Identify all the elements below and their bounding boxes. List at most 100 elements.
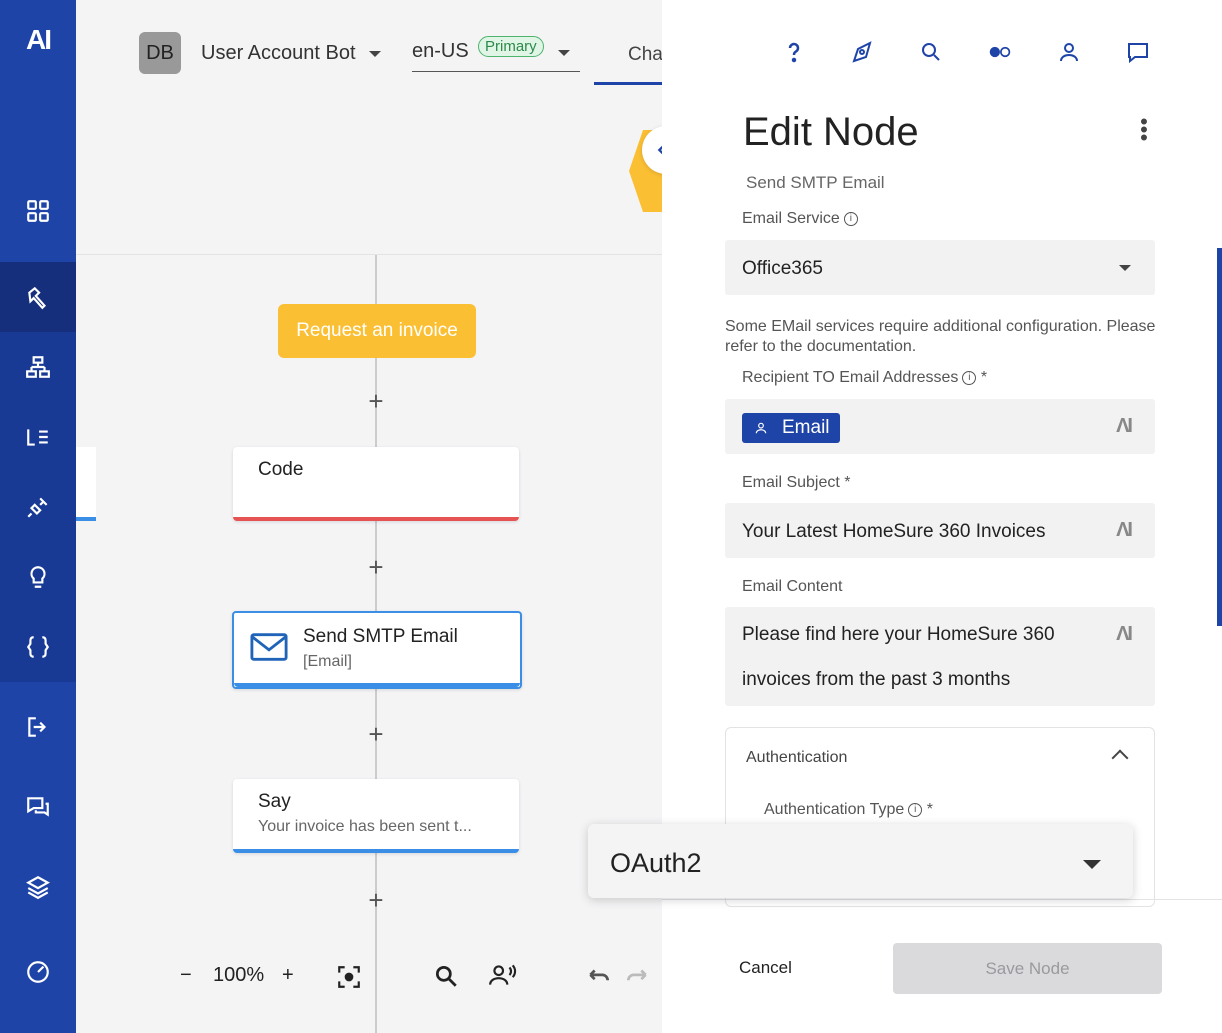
redo-icon[interactable] [624,964,650,990]
zoom-out-button[interactable]: − [180,964,192,987]
add-node-button[interactable]: + [366,554,386,580]
flow-chart-icon [26,356,50,378]
chevron-left-icon [657,145,662,155]
input-value: Your Latest HomeSure 360 Invoices [742,521,1046,542]
ai-token-icon[interactable]: ΛI [1116,623,1133,646]
say-node[interactable]: Say Your invoice has been sent t... [233,779,519,853]
gauge-icon [27,961,49,983]
tutorial-button[interactable] [844,34,880,70]
nav-conversations[interactable] [0,772,76,842]
nav-build[interactable] [0,262,76,332]
select-value: Office365 [742,258,823,279]
user-icon [1060,43,1078,62]
fit-to-screen-icon[interactable] [336,964,362,990]
layers-icon [26,876,50,900]
email-token-chip[interactable]: Email [742,413,840,443]
nav-manage[interactable] [0,937,76,1007]
content-textarea[interactable]: Please find here your HomeSure 360 invoi… [725,607,1155,706]
ai-token-icon[interactable]: ΛI [1116,415,1133,438]
subject-input[interactable]: Your Latest HomeSure 360 Invoices ΛI [725,503,1155,558]
required-mark: * [980,369,988,386]
search-button[interactable] [913,34,949,70]
avatar[interactable]: DB [139,32,181,74]
bot-name: User Account Bot [201,42,356,64]
envelope-icon [250,633,288,661]
flow-header: DB User Account Bot en-US Primary Cha [76,0,662,255]
toggle-icon [989,46,1011,58]
chevron-up-icon[interactable] [1111,749,1129,767]
undo-icon[interactable] [586,964,612,990]
braces-icon [26,636,50,658]
info-icon[interactable]: i [843,211,858,226]
auth-type-select[interactable]: OAuth2 [588,824,1133,898]
help-button[interactable] [776,34,812,70]
node-title: Send SMTP Email [303,626,458,647]
ai-token-icon[interactable]: ΛI [1116,519,1133,542]
voice-preview-icon[interactable] [488,962,518,988]
node-status-bar [233,849,519,853]
node-status-bar [234,683,520,687]
node-subtitle: [Email] [303,653,352,670]
panel-title: Edit Node [743,110,919,154]
label-text: Recipient TO Email Addresses [742,369,959,386]
app-logo[interactable]: AI [0,24,76,56]
zoom-in-button[interactable]: + [282,964,294,987]
primary-badge: Primary [478,36,544,57]
search-icon[interactable] [433,963,459,989]
section-header[interactable]: Authentication [746,749,847,767]
content-label: Email Content [742,578,843,595]
label-text: Authentication Type [764,801,905,818]
email-service-label: Email Service i [742,210,858,228]
chevron-down-icon [369,50,382,57]
nav-extensions[interactable] [0,472,76,542]
nav-code[interactable] [0,612,76,682]
panel-scrollbar[interactable] [1217,248,1222,626]
code-node[interactable]: Code [233,447,519,521]
cancel-button[interactable]: Cancel [739,958,792,978]
chat-bubble-icon [1128,43,1148,64]
tab-chart[interactable]: Cha [628,44,662,66]
chevron-down-icon [558,50,570,56]
hammer-icon [28,286,46,310]
chevron-down-icon [1083,860,1101,869]
user-icon [755,422,767,434]
user-profile-button[interactable] [1051,34,1087,70]
node-title: Code [258,459,304,480]
nav-deploy[interactable] [0,692,76,762]
flow-canvas[interactable]: DB User Account Bot en-US Primary Cha Re… [76,0,662,1033]
grid-icon [27,200,49,222]
node-status-bar [233,517,519,521]
chat-button[interactable] [1120,34,1156,70]
email-service-select[interactable]: Office365 [725,240,1155,295]
search-icon [922,43,940,61]
add-node-button[interactable]: + [366,388,386,414]
compass-icon [852,41,872,63]
chevron-down-icon [1119,265,1131,271]
select-value: OAuth2 [610,848,702,878]
start-node[interactable]: Request an invoice [278,304,476,358]
node-subtitle: Your invoice has been sent t... [258,818,472,835]
info-icon[interactable]: i [908,802,923,817]
nav-flows[interactable] [0,332,76,402]
zoom-level: 100% [213,964,265,986]
locale-selector[interactable]: en-US Primary [412,36,580,72]
exit-arrow-icon [28,717,47,737]
recipient-input[interactable]: Email ΛI [725,399,1155,454]
nav-insights[interactable] [0,542,76,612]
side-node-fragment[interactable] [76,447,96,521]
panel-toolbar [662,34,1222,70]
toggle-button[interactable] [982,34,1018,70]
chat-bubbles-icon [27,797,49,817]
more-options-icon[interactable]: • • • [1138,111,1150,149]
nav-lexicons[interactable] [0,402,76,472]
bot-selector[interactable]: User Account Bot [201,42,382,65]
add-node-button[interactable]: + [366,887,386,913]
nav-dashboard[interactable] [0,176,76,246]
send-smtp-email-node[interactable]: Send SMTP Email [Email] [232,611,522,689]
info-icon[interactable]: i [962,370,977,385]
nav-layers[interactable] [0,852,76,922]
save-node-button[interactable]: Save Node [893,943,1162,994]
add-node-button[interactable]: + [366,721,386,747]
recipient-label: Recipient TO Email Addresses i * [742,369,987,387]
configuration-note: Some EMail services require additional c… [725,318,1156,355]
